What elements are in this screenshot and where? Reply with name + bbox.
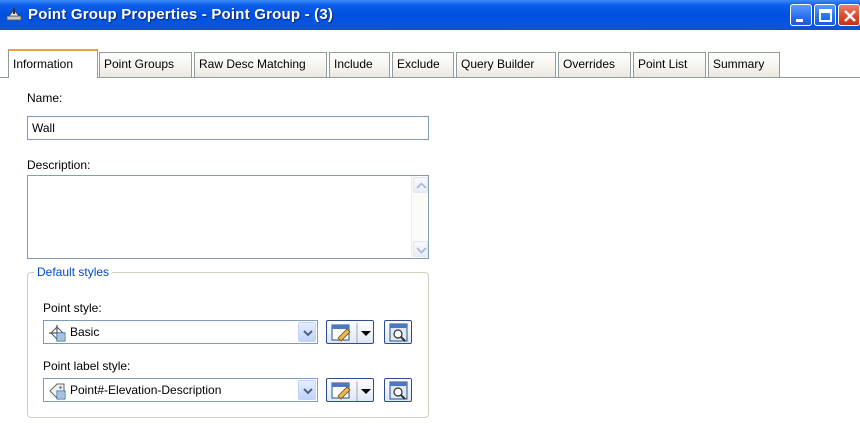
minimize-icon (796, 19, 803, 22)
name-input[interactable]: Wall (27, 116, 429, 140)
name-label: Name: (27, 91, 63, 105)
title-bar[interactable]: Point Group Properties - Point Group - (… (0, 0, 860, 30)
window-title: Point Group Properties - Point Group - (… (28, 6, 334, 23)
point-style-icon (49, 325, 66, 342)
preview-magnifier-icon (389, 381, 408, 400)
description-scrollbar[interactable] (411, 176, 428, 258)
scroll-up-icon (416, 182, 427, 189)
tab-information[interactable]: Information (8, 49, 98, 78)
scroll-down-button[interactable] (413, 241, 428, 257)
minimize-button[interactable] (790, 4, 812, 26)
tab-point-list[interactable]: Point List (633, 52, 706, 77)
default-styles-legend: Default styles (34, 265, 113, 279)
surveying-tool-icon (6, 8, 22, 21)
point-label-style-value: Point#-Elevation-Description (70, 383, 222, 397)
preview-magnifier-icon (389, 323, 408, 342)
edit-style-icon (331, 323, 371, 343)
point-style-dropdown-arrow[interactable] (298, 322, 316, 342)
label-style-icon (49, 383, 66, 400)
tab-query-builder[interactable]: Query Builder (456, 52, 556, 77)
edit-point-style-button[interactable] (326, 320, 374, 344)
tab-exclude[interactable]: Exclude (392, 52, 454, 77)
description-textarea[interactable] (27, 175, 429, 259)
scroll-up-button[interactable] (413, 177, 428, 193)
tab-include[interactable]: Include (329, 52, 390, 77)
preview-point-style-button[interactable] (384, 320, 412, 344)
point-label-style-dropdown-arrow[interactable] (298, 380, 316, 400)
tab-overrides[interactable]: Overrides (558, 52, 631, 77)
maximize-button[interactable] (814, 4, 836, 26)
close-button[interactable] (838, 4, 860, 26)
tab-raw-desc-matching[interactable]: Raw Desc Matching (194, 52, 327, 77)
edit-point-label-style-button[interactable] (326, 378, 374, 402)
point-style-dropdown[interactable]: Basic (43, 320, 318, 344)
description-label: Description: (27, 158, 91, 172)
chevron-down-icon (303, 330, 313, 337)
close-icon (844, 10, 856, 22)
maximize-icon (819, 9, 832, 22)
information-panel: Name: Wall Description: Default styles P… (0, 78, 860, 432)
chevron-down-icon (303, 388, 313, 395)
point-label-style-label: Point label style: (43, 359, 131, 373)
point-style-label: Point style: (43, 301, 102, 315)
preview-point-label-style-button[interactable] (384, 378, 412, 402)
scroll-down-icon (416, 247, 427, 254)
edit-style-icon (331, 381, 371, 401)
tab-summary[interactable]: Summary (708, 52, 780, 77)
point-label-style-dropdown[interactable]: Point#-Elevation-Description (43, 378, 318, 402)
point-style-value: Basic (70, 325, 100, 339)
tab-point-groups[interactable]: Point Groups (99, 52, 192, 77)
